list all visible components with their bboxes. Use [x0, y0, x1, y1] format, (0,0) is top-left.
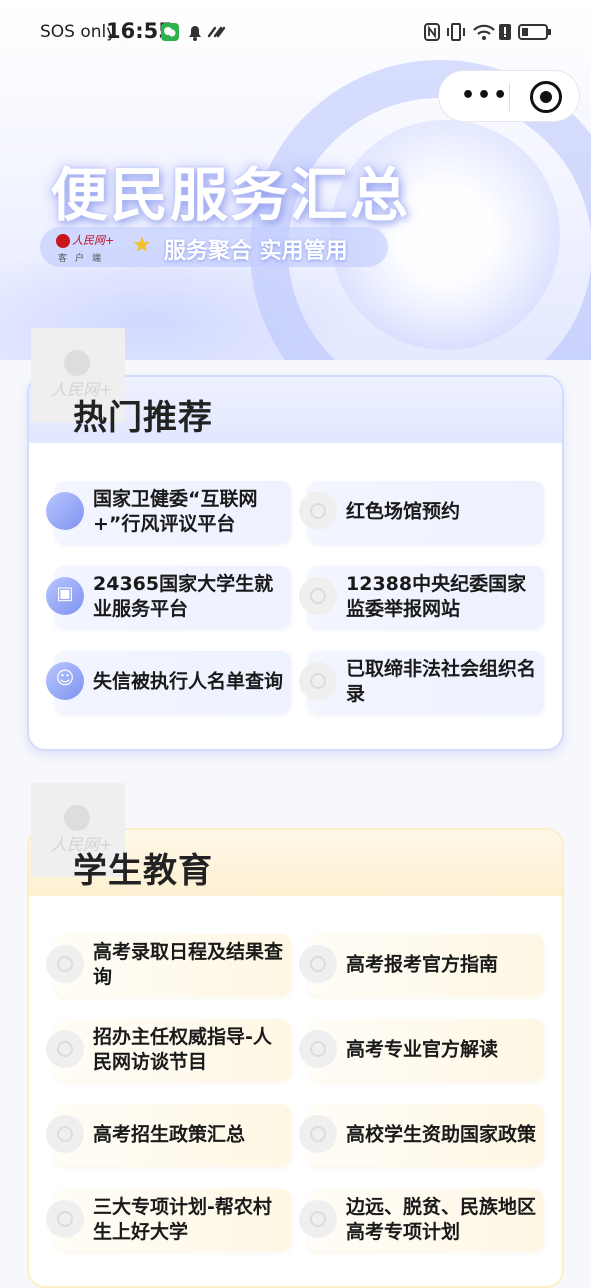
hot-title-overlay: 热门推荐 [73, 398, 213, 438]
placeholder-icon [299, 492, 337, 530]
list-item[interactable]: 高考报考官方指南 [299, 934, 544, 996]
app-logo: 人民网+ 客户端 [54, 232, 124, 264]
list-item-label: 高考招生政策汇总 [93, 1123, 246, 1146]
capsule-divider [509, 83, 510, 111]
list-item[interactable]: 高考录取日程及结果查询 [46, 934, 291, 996]
watermark-logo-icon [64, 805, 90, 831]
list-item[interactable]: 已取缔非法社会组织名录 [299, 651, 544, 713]
list-item-label: 三大专项计划-帮农村生上好大学 [93, 1196, 272, 1243]
wifi-icon [472, 22, 496, 42]
list-item[interactable]: ☺ 失信被执行人名单查询 [46, 651, 291, 713]
list-item[interactable]: 边远、脱贫、民族地区高考专项计划 [299, 1189, 544, 1251]
placeholder-icon [299, 1200, 337, 1238]
star-icon: ★ [132, 233, 152, 258]
list-item-label: 高考录取日程及结果查询 [93, 941, 284, 988]
student-education-section: 高考录取日程及结果查询 高考报考官方指南 招办主任权威指导-人民网访谈节目 高考… [27, 828, 564, 1288]
page-title: 便民服务汇总 [50, 161, 411, 229]
close-miniprogram-button[interactable] [530, 81, 562, 113]
placeholder-icon [46, 945, 84, 983]
list-item[interactable]: ▣ 24365国家大学生就业服务平台 [46, 566, 291, 628]
section-title: 学生教育 [73, 851, 213, 891]
list-item[interactable]: 国家卫健委“互联网+”行风评议平台 [46, 481, 291, 543]
list-item[interactable]: 招办主任权威指导-人民网访谈节目 [46, 1019, 291, 1081]
list-item-label: 高校学生资助国家政策 [346, 1123, 537, 1146]
list-item[interactable]: 三大专项计划-帮农村生上好大学 [46, 1189, 291, 1251]
briefcase-icon: ▣ [46, 577, 84, 615]
list-item[interactable]: 红色场馆预约 [299, 481, 544, 543]
list-item-label: 高考专业官方解读 [346, 1038, 499, 1061]
tagline-pill: 人民网+ 客户端 ★ 服务聚合 实用管用 [40, 227, 388, 267]
tagline-text: 服务聚合 实用管用 [164, 239, 348, 264]
placeholder-icon [299, 577, 337, 615]
list-item-label: 边远、脱贫、民族地区高考专项计划 [346, 1196, 537, 1243]
user-shield-icon: ☺ [46, 662, 84, 700]
status-bar: SOS only 16:55 [0, 0, 591, 66]
list-item-label: 国家卫健委“互联网+”行风评议平台 [93, 488, 258, 535]
list-item-label: 失信被执行人名单查询 [93, 670, 284, 693]
carrier-text: SOS only [40, 22, 117, 42]
list-item[interactable]: 高校学生资助国家政策 [299, 1104, 544, 1166]
logo-mark-icon [56, 234, 70, 248]
list-item-label: 招办主任权威指导-人民网访谈节目 [93, 1026, 272, 1073]
bell-icon [186, 22, 204, 42]
wechat-icon [160, 22, 180, 42]
placeholder-icon [46, 1200, 84, 1238]
link-icon [206, 22, 226, 42]
list-item[interactable]: 12388中央纪委国家监委举报网站 [299, 566, 544, 628]
logo-subtitle: 客户端 [58, 254, 110, 264]
list-item[interactable]: 高考招生政策汇总 [46, 1104, 291, 1166]
nfc-icon [424, 22, 440, 42]
alert-icon [498, 22, 512, 42]
vibrate-icon [446, 22, 466, 42]
list-item-label: 高考报考官方指南 [346, 953, 499, 976]
list-item-label: 12388中央纪委国家监委举报网站 [346, 573, 527, 620]
list-item-label: 24365国家大学生就业服务平台 [93, 573, 274, 620]
list-item-label: 红色场馆预约 [346, 500, 461, 523]
more-button[interactable]: ••• [461, 83, 509, 108]
miniprogram-capsule: ••• [438, 70, 580, 122]
list-item[interactable]: 高考专业官方解读 [299, 1019, 544, 1081]
placeholder-icon [299, 662, 337, 700]
placeholder-icon [299, 945, 337, 983]
placeholder-icon [46, 1115, 84, 1153]
placeholder-icon [299, 1115, 337, 1153]
watermark-logo-icon [64, 350, 90, 376]
placeholder-icon [46, 1030, 84, 1068]
logo-brand: 人民网+ [72, 234, 115, 247]
battery-icon [518, 22, 552, 42]
service-icon [46, 492, 84, 530]
placeholder-icon [299, 1030, 337, 1068]
list-item-label: 已取缔非法社会组织名录 [346, 658, 537, 705]
